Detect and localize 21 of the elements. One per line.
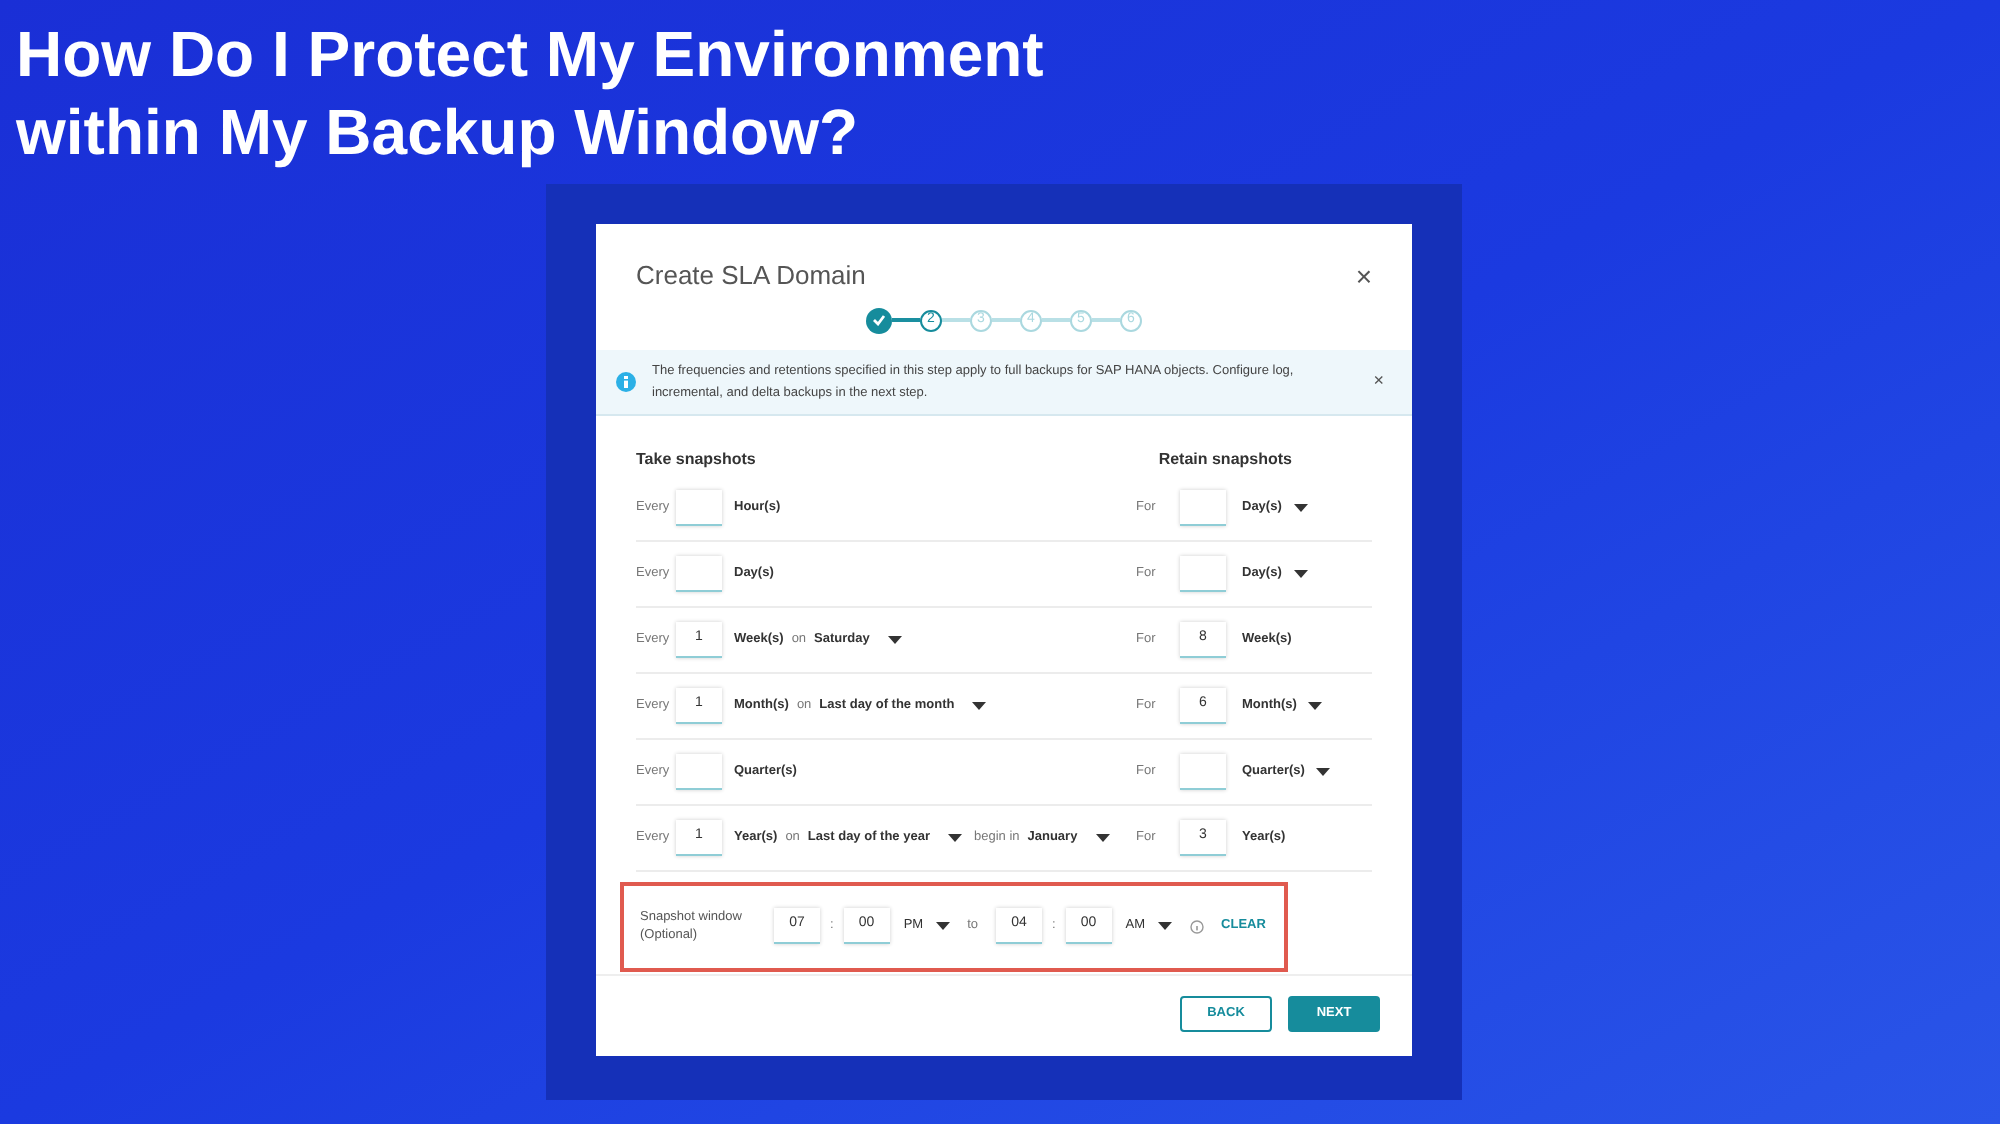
close-button[interactable]: × [1365,367,1392,395]
caret-icon [935,922,950,930]
caret-icon [1157,922,1172,930]
input-field[interactable] [676,489,722,525]
dialog-title: Create SLA Domain [636,258,866,294]
caret-icon [972,701,987,709]
close-button[interactable]: × [1355,261,1372,290]
slide-title: How Do I Protect My Environment within My Backup Window? [16,16,1046,172]
section-heading: Take snapshots [636,447,756,471]
input-field[interactable] [1180,489,1226,525]
info-icon [616,371,636,391]
info-icon [1189,919,1204,933]
caret-icon [1095,833,1110,841]
step-done-icon[interactable] [866,307,892,333]
input-field[interactable] [1180,753,1226,789]
caret-icon [947,833,962,841]
input-field[interactable] [1180,555,1226,591]
input-field[interactable] [676,555,722,591]
section-heading: Retain snapshots [1158,447,1292,471]
caret-icon [887,635,902,643]
input-field[interactable] [676,753,722,789]
